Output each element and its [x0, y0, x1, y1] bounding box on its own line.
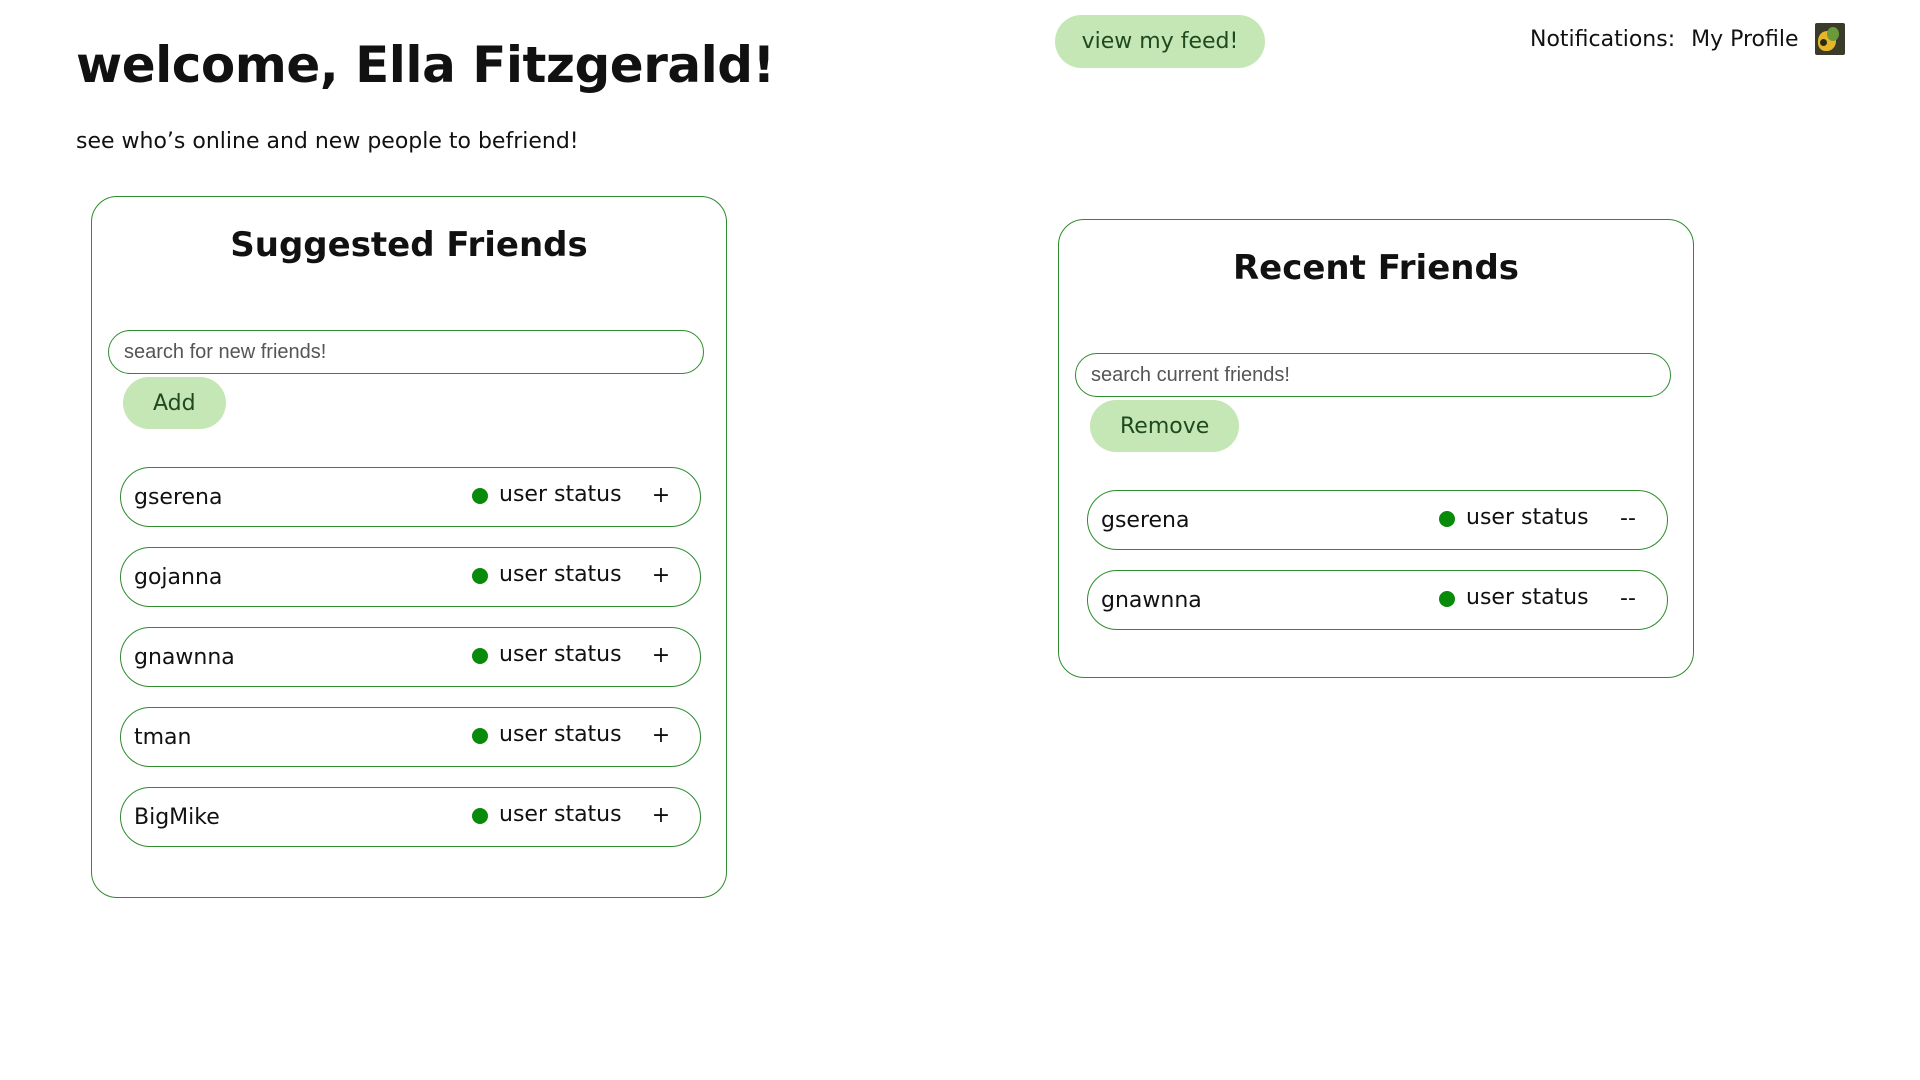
- add-friend-plus-button[interactable]: +: [646, 557, 676, 593]
- friend-name: gserena: [1101, 508, 1190, 533]
- avatar[interactable]: [1814, 23, 1845, 55]
- add-friend-button[interactable]: Add: [123, 377, 226, 429]
- online-status-icon: [472, 728, 488, 744]
- view-feed-button[interactable]: view my feed!: [1055, 15, 1265, 68]
- top-nav: Notifications: My Profile: [1530, 22, 1845, 56]
- online-status-icon: [472, 488, 488, 504]
- friend-name: tman: [134, 725, 192, 750]
- online-status-icon: [1439, 591, 1455, 607]
- add-friend-plus-button[interactable]: +: [646, 637, 676, 673]
- list-item[interactable]: BigMike user status +: [120, 787, 701, 847]
- friend-name: BigMike: [134, 805, 220, 830]
- search-new-friends-input[interactable]: [108, 330, 704, 374]
- add-friend-plus-button[interactable]: +: [646, 477, 676, 513]
- search-current-friends-input[interactable]: [1075, 353, 1671, 397]
- friend-name: gnawnna: [134, 645, 235, 670]
- notifications-link[interactable]: Notifications:: [1530, 27, 1675, 52]
- list-item[interactable]: gserena user status +: [120, 467, 701, 527]
- list-item[interactable]: gnawnna user status +: [120, 627, 701, 687]
- remove-friend-button[interactable]: Remove: [1090, 400, 1240, 452]
- list-item[interactable]: gnawnna user status --: [1087, 570, 1668, 630]
- recent-friends-list: gserena user status -- gnawnna user stat…: [1087, 490, 1668, 650]
- list-item[interactable]: gserena user status --: [1087, 490, 1668, 550]
- list-item[interactable]: tman user status +: [120, 707, 701, 767]
- online-status-icon: [472, 808, 488, 824]
- online-status-icon: [472, 568, 488, 584]
- my-profile-link[interactable]: My Profile: [1691, 27, 1798, 52]
- online-status-icon: [472, 648, 488, 664]
- recent-friends-panel: Recent Friends Remove gserena user statu…: [1058, 219, 1694, 678]
- friend-name: gojanna: [134, 565, 223, 590]
- remove-friend-dash-button[interactable]: --: [1613, 580, 1643, 616]
- suggested-friends-title: Suggested Friends: [230, 225, 588, 265]
- friend-name: gnawnna: [1101, 588, 1202, 613]
- user-status: user status: [499, 482, 622, 507]
- page-subtitle: see who’s online and new people to befri…: [76, 129, 579, 154]
- user-status: user status: [499, 562, 622, 587]
- remove-friend-dash-button[interactable]: --: [1613, 500, 1643, 536]
- user-status: user status: [1466, 585, 1589, 610]
- suggested-friends-panel: Suggested Friends Add gserena user statu…: [91, 196, 727, 898]
- add-friend-plus-button[interactable]: +: [646, 717, 676, 753]
- friend-name: gserena: [134, 485, 223, 510]
- list-item[interactable]: gojanna user status +: [120, 547, 701, 607]
- recent-friends-title: Recent Friends: [1232, 248, 1520, 288]
- page-title: welcome, Ella Fitzgerald!: [76, 36, 775, 94]
- avatar-image-part: [1826, 27, 1839, 41]
- user-status: user status: [499, 722, 622, 747]
- online-status-icon: [1439, 511, 1455, 527]
- suggested-friends-list: gserena user status + gojanna user statu…: [120, 467, 701, 867]
- user-status: user status: [1466, 505, 1589, 530]
- add-friend-plus-button[interactable]: +: [646, 797, 676, 833]
- avatar-image-part: [1819, 39, 1827, 46]
- user-status: user status: [499, 642, 622, 667]
- user-status: user status: [499, 802, 622, 827]
